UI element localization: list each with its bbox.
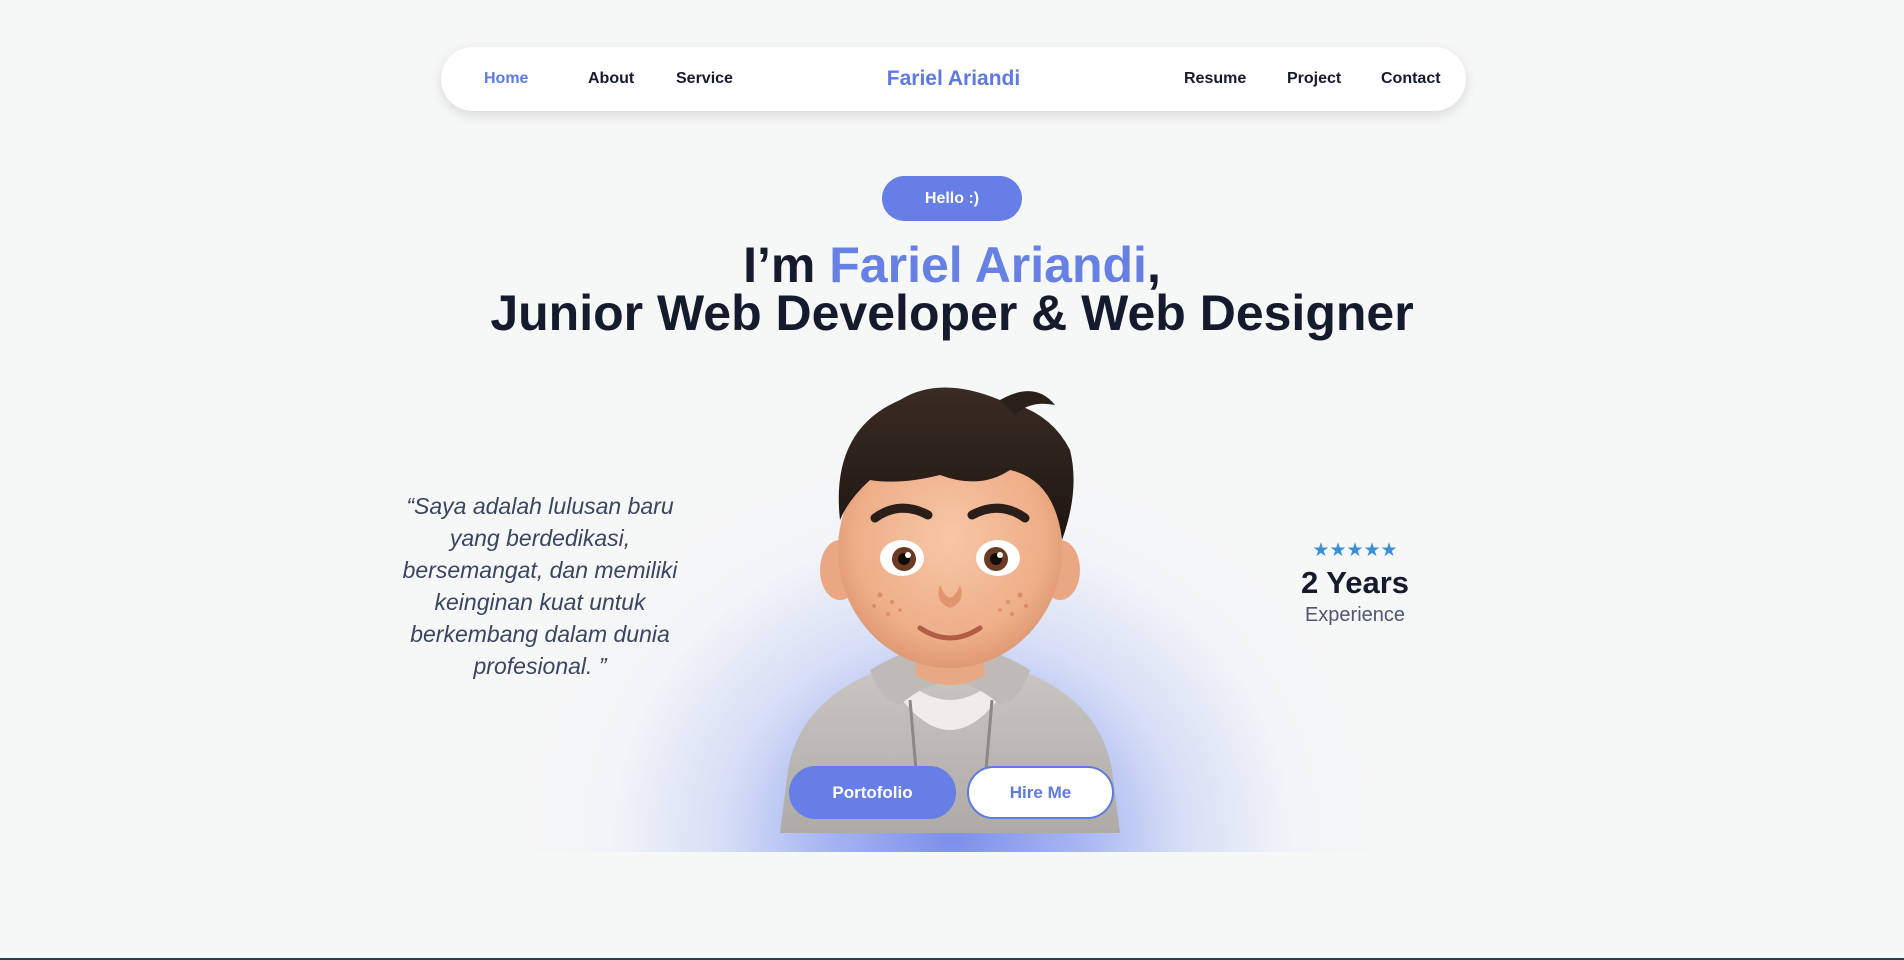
nav-link-resume[interactable]: Resume [1184, 47, 1246, 111]
hire-me-button[interactable]: Hire Me [967, 766, 1114, 819]
experience-block: ★★★★★ 2 Years Experience [1290, 538, 1420, 628]
nav-link-service[interactable]: Service [676, 47, 733, 111]
top-navbar: Home About Service Fariel Ariandi Resume… [441, 47, 1466, 111]
cartoon-boy-avatar-icon [780, 387, 1120, 833]
avatar [770, 370, 1130, 833]
experience-value: 2 Years [1300, 565, 1410, 600]
headline-role: Junior Web Developer & Web Designer [490, 285, 1414, 341]
nav-link-project[interactable]: Project [1287, 47, 1341, 111]
experience-label: Experience [1304, 604, 1406, 626]
headline-intro: I’m Fariel Ariandi, [0, 240, 1904, 290]
nav-link-contact[interactable]: Contact [1381, 47, 1441, 111]
nav-link-about[interactable]: About [588, 47, 634, 111]
brand-logo-text[interactable]: Fariel Ariandi [887, 67, 1020, 90]
nav-link-home[interactable]: Home [484, 47, 528, 111]
intro-quote: “Saya adalah lulusan baru yang berdedika… [402, 493, 678, 679]
hello-badge[interactable]: Hello :) [882, 176, 1022, 221]
portfolio-button[interactable]: Portofolio [789, 766, 956, 819]
rating-stars-icon: ★★★★★ [1312, 540, 1398, 561]
